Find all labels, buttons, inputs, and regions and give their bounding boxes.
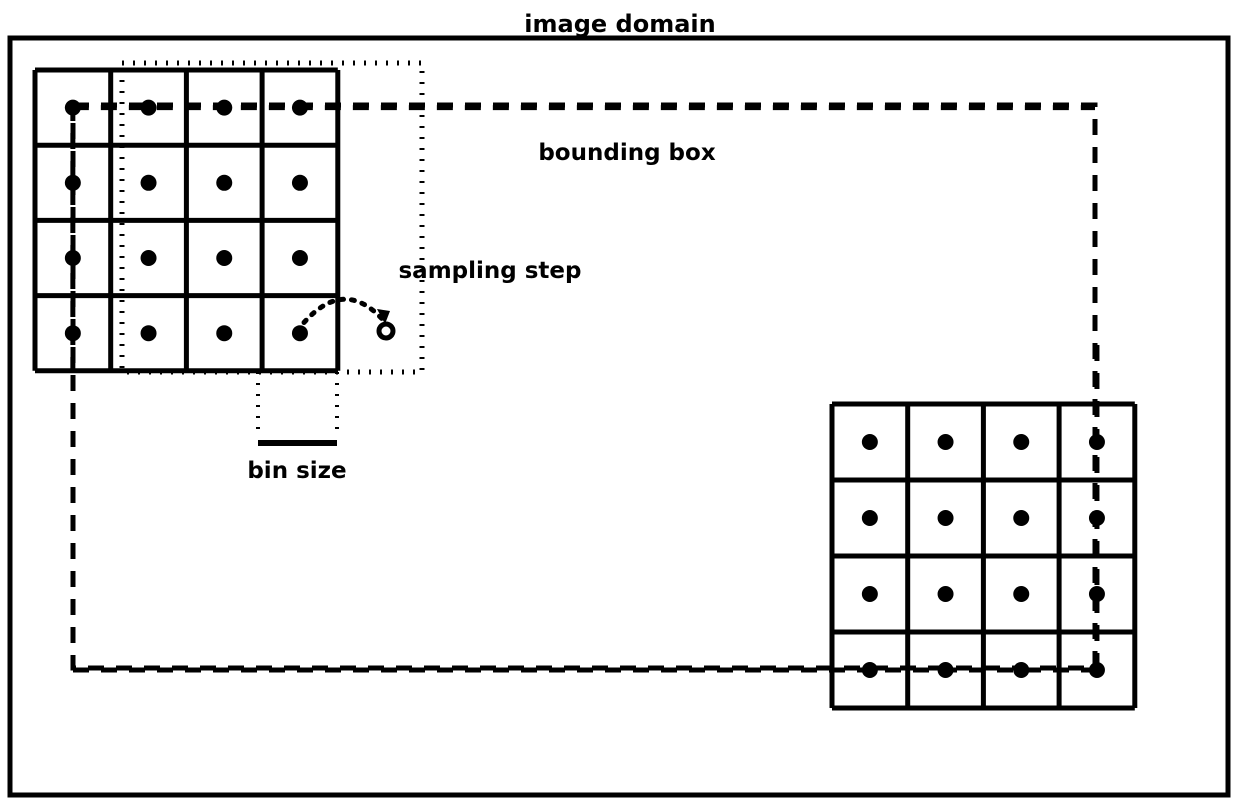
right-grid-sample-point [937, 434, 954, 450]
diagram-root: image domain bin size sampling step boun… [0, 0, 1240, 807]
right-grid-sample-point [861, 434, 878, 450]
right-grid-sample-point [861, 510, 878, 526]
left-grid-sample-point [64, 325, 81, 342]
bin-size-measure [256, 372, 339, 446]
left-grid-sample-point [140, 174, 157, 191]
left-grid-sample-point [291, 174, 308, 191]
sampling-step-arrow [294, 296, 396, 341]
left-grid-sample-point [291, 250, 308, 266]
sampling-step-curve [294, 296, 387, 334]
sampling-step-target-point [376, 321, 396, 341]
left-grid-sample-point [64, 250, 81, 266]
right-grid [829, 401, 1138, 711]
right-grid-sample-point [1013, 510, 1030, 526]
bounding-box-label: bounding box [538, 140, 715, 166]
right-grid-sample-point [1013, 586, 1030, 602]
left-grid-sample-point [216, 250, 233, 266]
page-title: image domain [524, 10, 715, 38]
sampling-step-label: sampling step [398, 258, 581, 284]
right-grid-sample-point [937, 586, 954, 602]
right-grid-sample-point [861, 586, 878, 602]
right-grid-sample-point [1013, 434, 1030, 450]
left-grid-sample-point [64, 174, 81, 191]
bin-size-label: bin size [247, 458, 346, 484]
right-grid-sample-point [937, 510, 954, 526]
diagram-figure: image domain bin size sampling step boun… [7, 10, 1231, 798]
left-grid-sample-point [216, 174, 233, 191]
left-grid-sample-point [140, 325, 157, 342]
left-grid [32, 67, 341, 374]
left-grid-sample-point [216, 325, 233, 342]
left-grid-sample-point [140, 250, 157, 266]
